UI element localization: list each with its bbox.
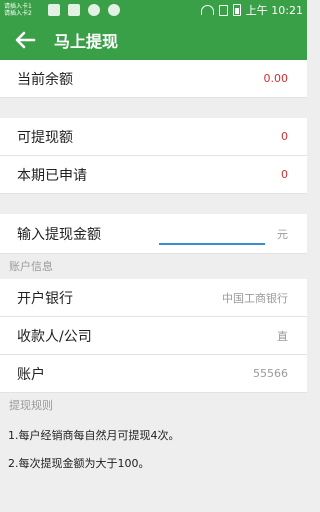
withdrawable-label: 可提现额 — [17, 129, 73, 146]
payee-value: 直 — [277, 329, 288, 343]
rule-item: 2.每次提现金额为大于100。 — [8, 457, 150, 470]
bank-label: 开户银行 — [17, 290, 73, 307]
status-bar: 请插入卡1 请插入卡2 上午 10:21 — [0, 0, 307, 20]
carrier-line-2: 请插入卡2 — [4, 10, 32, 17]
applied-value: 0 — [281, 168, 288, 181]
bank-value: 中国工商银行 — [222, 291, 288, 305]
withdrawable-value: 0 — [281, 130, 288, 143]
balance-label: 当前余额 — [17, 71, 73, 88]
withdrawable-row: 可提现额 0 — [0, 118, 307, 156]
battery-icon — [232, 4, 241, 16]
back-button[interactable] — [12, 27, 38, 53]
wifi-icon — [200, 5, 214, 15]
amount-unit: 元 — [277, 227, 288, 241]
account-row[interactable]: 账户 55566 — [0, 355, 307, 393]
rules-header: 提现规则 — [0, 393, 307, 418]
page-title: 马上提现 — [54, 32, 119, 51]
title-bar: 马上提现 — [0, 20, 307, 60]
payee-label: 收款人/公司 — [17, 328, 92, 345]
bank-row[interactable]: 开户银行 中国工商银行 — [0, 279, 307, 317]
notification-icons — [48, 4, 120, 16]
carrier-text: 请插入卡1 请插入卡2 — [4, 3, 40, 17]
status-right: 上午 10:21 — [200, 2, 303, 18]
balance-row: 当前余额 0.00 — [0, 60, 307, 98]
sim-icon — [218, 4, 228, 16]
spacer — [0, 98, 307, 118]
spacer — [0, 194, 307, 214]
applied-row: 本期已申请 0 — [0, 156, 307, 194]
notification-icon — [48, 4, 60, 16]
payee-row[interactable]: 收款人/公司 直 — [0, 317, 307, 355]
applied-label: 本期已申请 — [17, 167, 87, 184]
account-label: 账户 — [17, 366, 45, 383]
game-icon — [108, 4, 120, 16]
clock: 上午 10:21 — [245, 4, 303, 17]
balance-value: 0.00 — [263, 72, 289, 85]
amount-input[interactable] — [159, 222, 265, 245]
back-arrow-icon — [15, 31, 36, 49]
amount-label: 输入提现金额 — [17, 226, 101, 243]
carrier-line-1: 请插入卡1 — [4, 3, 32, 10]
image-icon — [68, 4, 80, 16]
account-info-header: 账户信息 — [0, 254, 307, 279]
app-icon — [88, 4, 100, 16]
account-value: 55566 — [253, 367, 288, 380]
rule-item: 1.每户经销商每自然月可提现4次。 — [8, 429, 180, 442]
rules-list: 1.每户经销商每自然月可提现4次。 2.每次提现金额为大于100。 — [0, 418, 307, 494]
amount-row: 输入提现金额 元 — [0, 214, 307, 254]
